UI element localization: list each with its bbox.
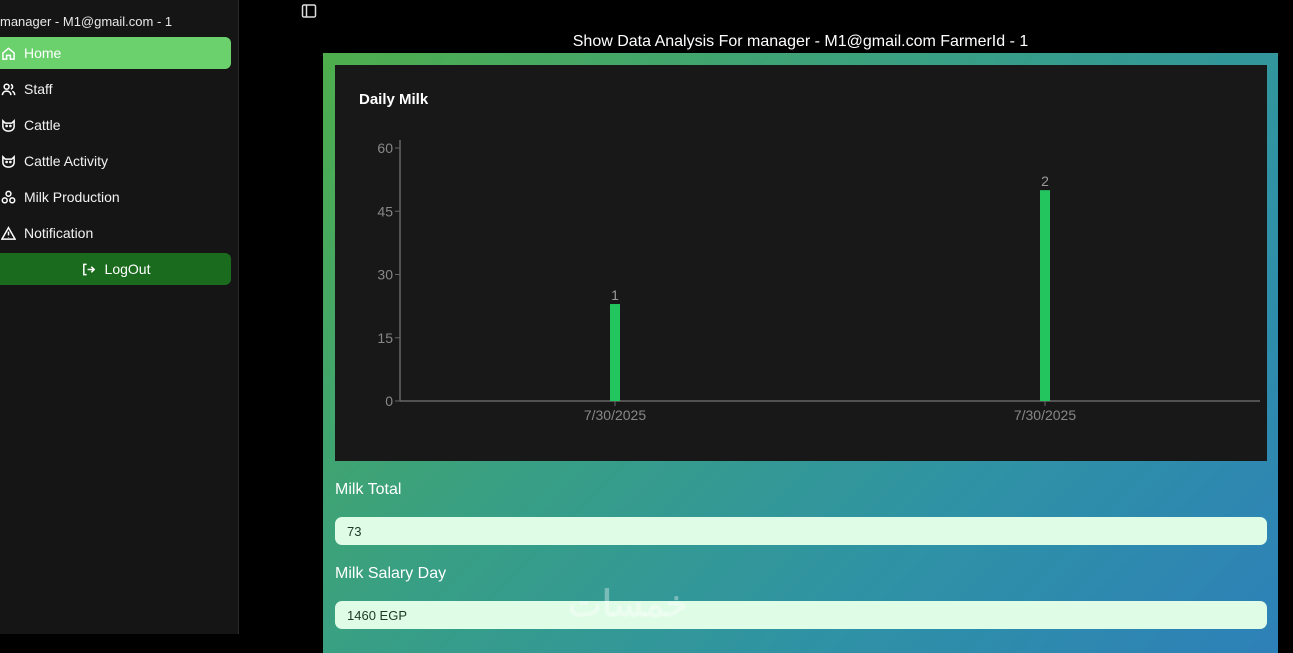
sidebar-item-label: Notification bbox=[24, 225, 94, 241]
sidebar-item-home[interactable]: Home bbox=[0, 37, 231, 69]
sidebar-item-label: Cattle bbox=[24, 117, 61, 133]
x-tick-label: 7/30/2025 bbox=[1014, 407, 1076, 423]
daily-milk-chart: Daily Milk 0 15 30 45 60 1 7/30/2025 2 7/30/2025 bbox=[335, 65, 1267, 461]
sidebar-nav: Home Staff Cattle Cattle Activity Milk P… bbox=[0, 37, 231, 285]
cattle-icon bbox=[0, 118, 24, 133]
sidebar-item-label: Staff bbox=[24, 81, 53, 97]
milk-icon bbox=[0, 190, 24, 205]
logout-icon bbox=[82, 263, 95, 275]
y-tick-label: 60 bbox=[377, 140, 393, 156]
user-info: manager - M1@gmail.com - 1 bbox=[0, 14, 173, 29]
data-label: 2 bbox=[1041, 173, 1049, 189]
panel-left-icon bbox=[301, 4, 317, 18]
logout-label: LogOut bbox=[104, 261, 151, 277]
y-tick-label: 15 bbox=[377, 330, 393, 346]
sidebar-toggle-button[interactable] bbox=[301, 3, 317, 19]
chart-canvas: 0 15 30 45 60 1 7/30/2025 2 7/30/2025 bbox=[377, 140, 1260, 423]
sidebar-item-cattle[interactable]: Cattle bbox=[0, 109, 231, 141]
sidebar-item-cattle-activity[interactable]: Cattle Activity bbox=[0, 145, 231, 177]
home-icon bbox=[0, 46, 24, 61]
sidebar-item-milk-production[interactable]: Milk Production bbox=[0, 181, 231, 213]
sidebar-item-label: Milk Production bbox=[24, 189, 120, 205]
sidebar-item-notification[interactable]: Notification bbox=[0, 217, 231, 249]
data-label: 1 bbox=[611, 287, 619, 303]
y-tick-label: 0 bbox=[385, 393, 393, 409]
sidebar-item-staff[interactable]: Staff bbox=[0, 73, 231, 105]
users-icon bbox=[0, 82, 24, 97]
watermark: خمسات bbox=[568, 583, 689, 624]
logout-button[interactable]: LogOut bbox=[0, 253, 231, 285]
y-tick-label: 30 bbox=[377, 267, 393, 283]
warning-icon bbox=[0, 225, 24, 241]
page-title: Show Data Analysis For manager - M1@gmai… bbox=[572, 33, 1029, 50]
x-tick-label: 7/30/2025 bbox=[584, 407, 646, 423]
sidebar-item-label: Home bbox=[24, 45, 62, 61]
sidebar: manager - M1@gmail.com - 1 Home Staff Ca… bbox=[0, 0, 239, 634]
analysis-panel: Daily Milk 0 15 30 45 60 1 7/30/2025 2 7/30/2025… bbox=[323, 53, 1278, 653]
milk-salary-field: 1460 EGP bbox=[335, 601, 1267, 629]
bar bbox=[610, 304, 620, 401]
cattle-icon bbox=[0, 154, 24, 169]
sidebar-item-label: Cattle Activity bbox=[24, 153, 109, 169]
milk-salary-label: Milk Salary Day bbox=[335, 565, 447, 582]
y-tick-label: 45 bbox=[377, 203, 393, 219]
milk-total-field: 73 bbox=[335, 517, 1267, 545]
bar bbox=[1040, 190, 1050, 401]
milk-total-label: Milk Total bbox=[335, 481, 402, 498]
